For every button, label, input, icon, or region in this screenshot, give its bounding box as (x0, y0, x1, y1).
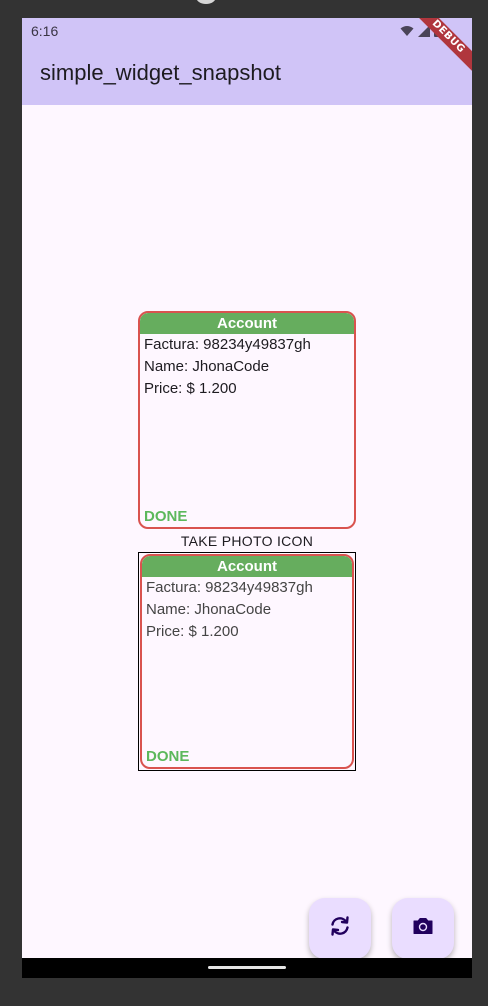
camera-button[interactable] (392, 898, 454, 959)
wifi-icon (400, 24, 414, 42)
account-card: Account Factura: 98234y49837gh Name: Jho… (138, 311, 356, 529)
snapshot-account-card: Account Factura: 98234y49837gh Name: Jho… (140, 554, 354, 769)
snapshot-card-header: Account (142, 556, 352, 577)
snapshot-card-price: Price: $ 1.200 (146, 623, 239, 640)
app-screen: 6:16 simple_widget_snapshot DEBUG Accoun… (22, 18, 472, 976)
app-title: simple_widget_snapshot (40, 60, 281, 85)
snapshot-card-name: Name: JhonaCode (146, 601, 272, 618)
status-bar: 6:16 (22, 18, 472, 46)
home-gesture-handle[interactable] (208, 966, 286, 969)
device-frame: 6:16 simple_widget_snapshot DEBUG Accoun… (0, 0, 488, 1006)
system-nav-bar (22, 958, 472, 978)
snapshot-card-factura: Factura: 98234y49837gh (146, 579, 313, 596)
card-status: DONE (144, 508, 188, 525)
take-photo-label: TAKE PHOTO ICON (180, 533, 314, 549)
card-header: Account (140, 313, 354, 334)
snapshot-card-status: DONE (146, 748, 190, 765)
refresh-icon (328, 914, 352, 943)
card-name: Name: JhonaCode (144, 358, 270, 375)
app-bar: simple_widget_snapshot (22, 46, 472, 105)
refresh-button[interactable] (309, 898, 371, 959)
snapshot-image: Account Factura: 98234y49837gh Name: Jho… (138, 552, 356, 771)
front-camera (196, 0, 216, 4)
camera-icon (411, 914, 435, 943)
card-factura: Factura: 98234y49837gh (144, 336, 311, 353)
status-time: 6:16 (31, 23, 59, 39)
card-price: Price: $ 1.200 (144, 380, 237, 397)
